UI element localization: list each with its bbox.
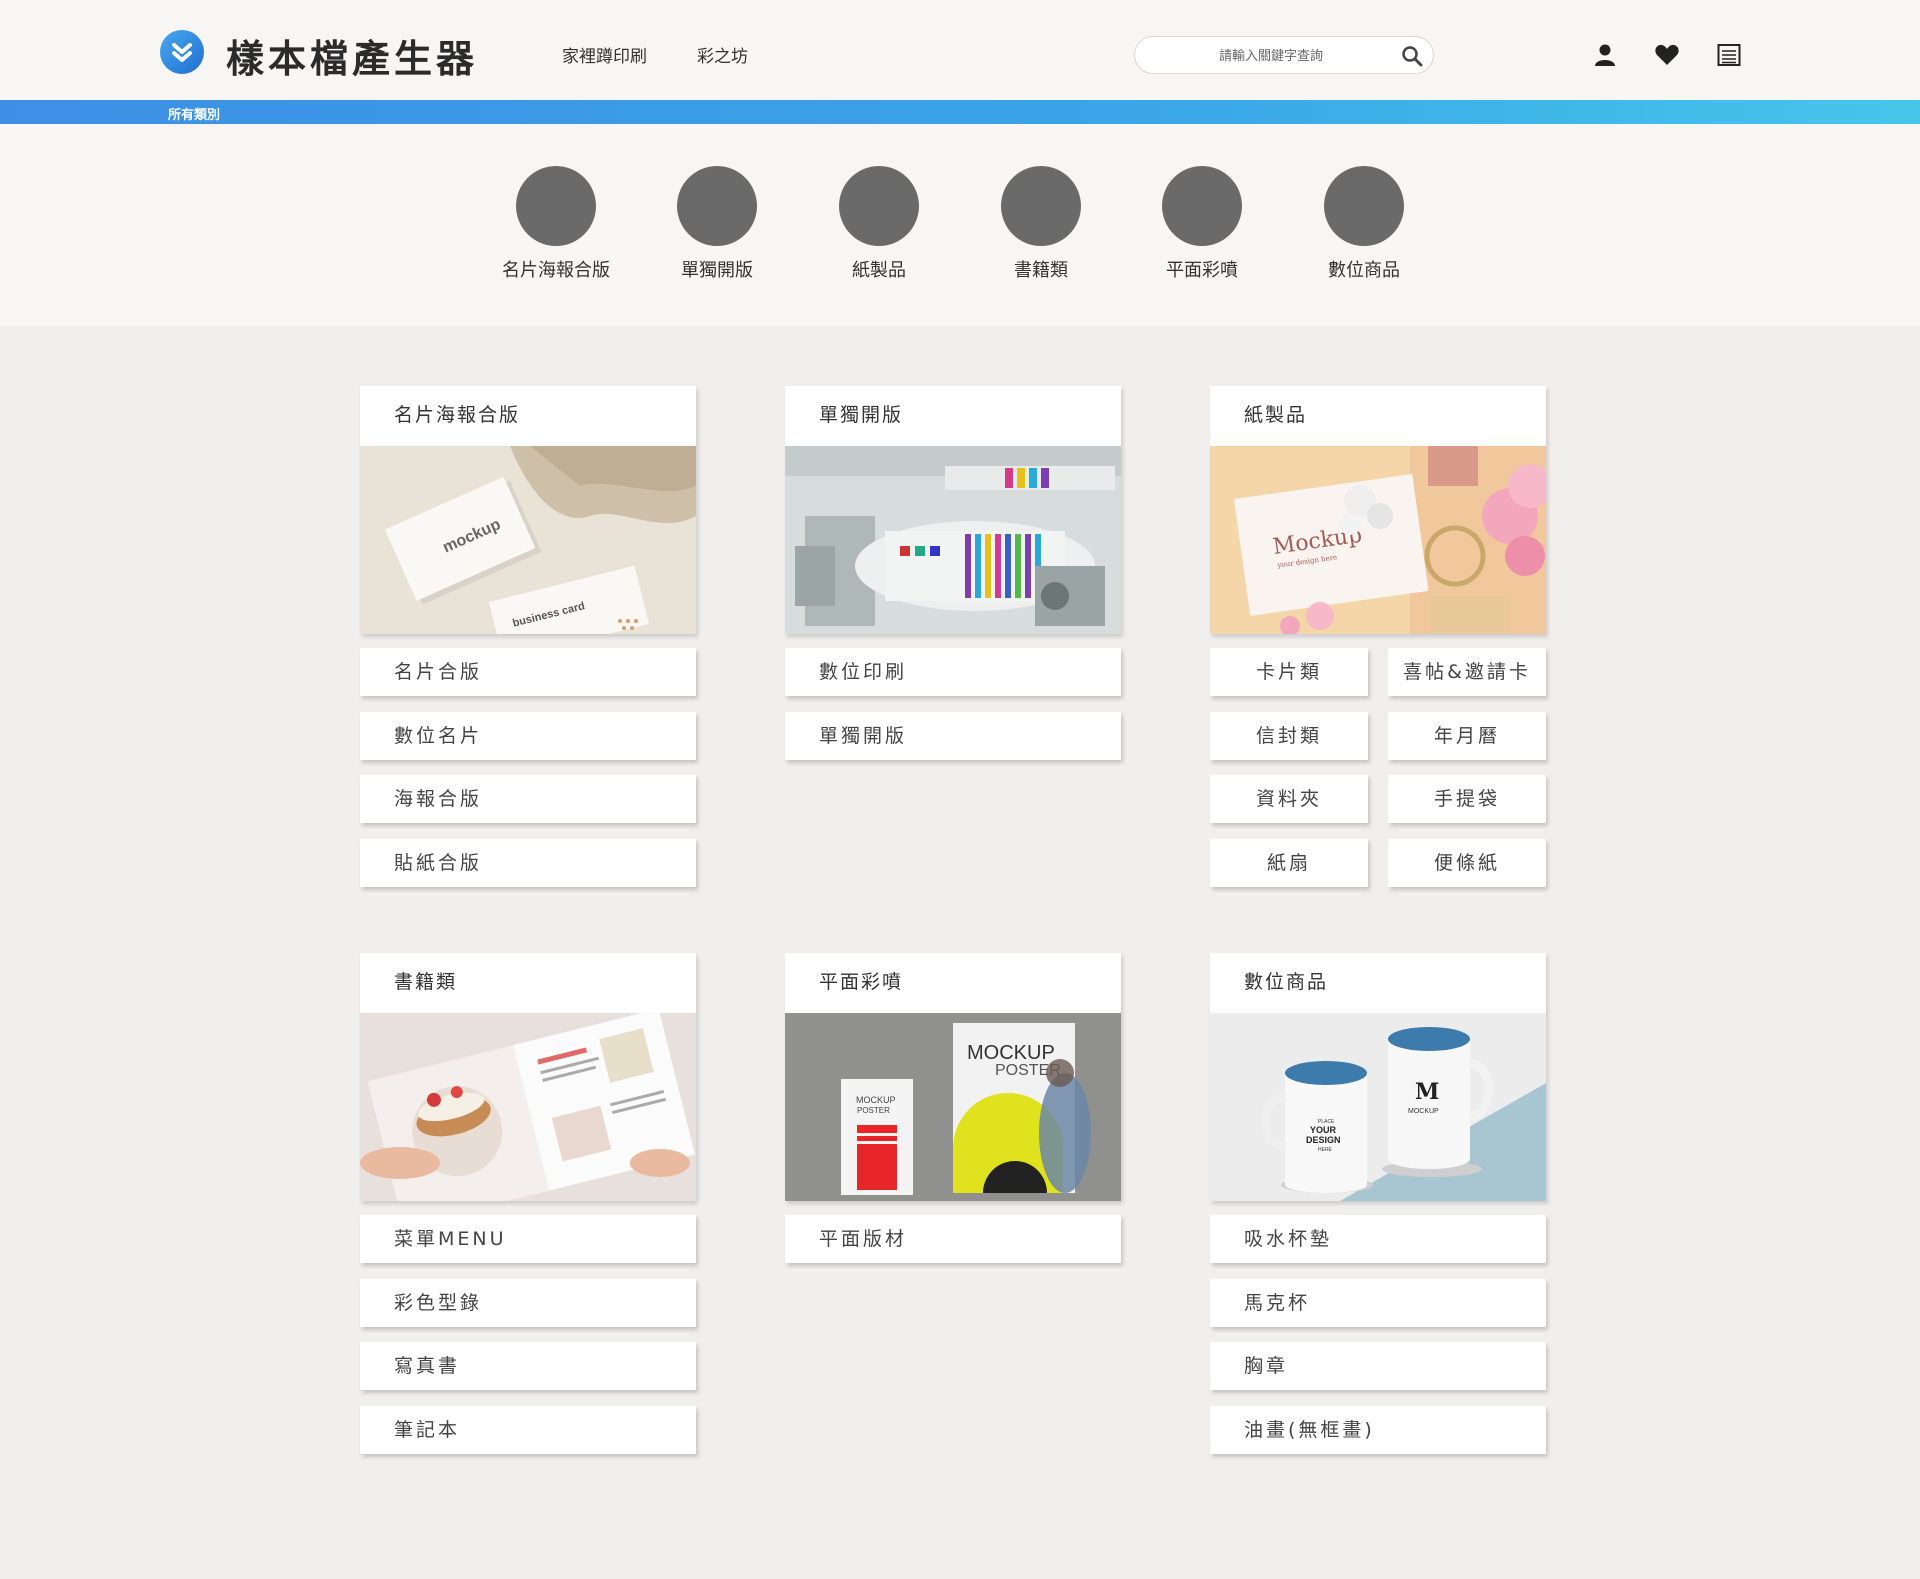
search-box [1134,36,1434,74]
card-title[interactable]: 紙製品 [1210,386,1546,446]
sub-item-button[interactable]: 數位名片 [360,712,696,760]
sub-item-button[interactable]: 年月曆 [1388,712,1546,760]
category-circle-strip: 名片海報合版 單獨開版 紙製品 書籍類 平面彩噴 數位商品 [0,124,1920,326]
mug-mockup-text: MOCKUP [1408,1108,1439,1115]
card-title[interactable]: 數位商品 [1210,953,1546,1013]
circle-category-books[interactable]: 書籍類 [971,166,1111,282]
category-circle-icon [516,166,596,246]
card-image-poster-mockup[interactable]: MOCKUP POSTER MOCKUP POSTER [785,1013,1121,1201]
mug-your-text: YOUR [1310,1125,1337,1135]
category-card-digital-goods: 數位商品 M MOCKUP PLACE YOUR DESIGN HERE 吸水杯… [1210,953,1546,1454]
heart-icon[interactable] [1654,42,1680,68]
sub-item-button[interactable]: 單獨開版 [785,712,1121,760]
category-circle-icon [677,166,757,246]
sub-item-button[interactable]: 油畫(無框畫) [1210,1406,1546,1454]
circle-category-digital-goods[interactable]: 數位商品 [1294,166,1434,282]
circle-category-label: 平面彩噴 [1166,260,1238,281]
sub-item-button[interactable]: 海報合版 [360,775,696,823]
nav-link-caizhifang[interactable]: 彩之坊 [697,42,748,67]
sub-item-button[interactable]: 手提袋 [1388,775,1546,823]
sub-item-button[interactable]: 卡片類 [1210,648,1368,696]
user-icon[interactable] [1592,42,1618,68]
category-circle-icon [1162,166,1242,246]
mug-design-text: DESIGN [1306,1135,1341,1145]
circle-category-label: 數位商品 [1328,260,1400,281]
card-title[interactable]: 名片海報合版 [360,386,696,446]
card-image-invitation-card[interactable]: Mockup your design here [1210,446,1546,634]
circle-category-label: 紙製品 [852,260,906,281]
sub-item-button[interactable]: 胸章 [1210,1342,1546,1390]
circle-category-single-print[interactable]: 單獨開版 [647,166,787,282]
sub-item-button[interactable]: 資料夾 [1210,775,1368,823]
sub-item-button[interactable]: 喜帖&邀請卡 [1388,648,1546,696]
circle-category-paper-products[interactable]: 紙製品 [809,166,949,282]
search-icon[interactable] [1401,45,1423,67]
nav-link-home-print[interactable]: 家裡蹲印刷 [562,42,647,67]
search-input[interactable] [1151,45,1391,67]
sub-item-button[interactable]: 馬克杯 [1210,1279,1546,1327]
sub-item-button[interactable]: 貼紙合版 [360,839,696,887]
sub-item-button[interactable]: 筆記本 [360,1406,696,1454]
small-poster-mockup-text: MOCKUP [856,1095,896,1105]
mug-logo-text: M [1415,1079,1439,1105]
logo-icon[interactable] [160,30,204,74]
list-icon[interactable] [1716,42,1742,68]
sub-item-button[interactable]: 名片合版 [360,648,696,696]
small-poster-word: POSTER [857,1106,890,1115]
site-title[interactable]: 樣本檔產生器 [226,28,478,83]
category-card-books: 書籍類 菜單MENU 彩色型錄 寫真書 筆記本 [360,953,696,1454]
sub-item-button[interactable]: 數位印刷 [785,648,1121,696]
sub-item-button[interactable]: 平面版材 [785,1215,1121,1263]
category-bar: 所有類別 [0,100,1920,124]
card-image-mugs[interactable]: M MOCKUP PLACE YOUR DESIGN HERE [1210,1013,1546,1201]
sub-item-button[interactable]: 菜單MENU [360,1215,696,1263]
category-card-business-card-poster: 名片海報合版 mockup business card 名片合版 數位名片 海報… [360,386,696,887]
sub-item-button[interactable]: 信封類 [1210,712,1368,760]
category-card-paper-products: 紙製品 Mockup your design here 卡片類 喜帖&邀請卡 信… [1210,386,1546,887]
circle-category-label: 書籍類 [1014,260,1068,281]
circle-category-label: 單獨開版 [681,260,753,281]
sub-item-button[interactable]: 寫真書 [360,1342,696,1390]
sub-item-button[interactable]: 便條紙 [1388,839,1546,887]
card-image-business-cards[interactable]: mockup business card [360,446,696,634]
circle-category-business-card-poster[interactable]: 名片海報合版 [486,166,626,282]
category-circle-icon [1001,166,1081,246]
card-title[interactable]: 平面彩噴 [785,953,1121,1013]
card-title[interactable]: 書籍類 [360,953,696,1013]
mug-here-text: HERE [1318,1147,1333,1153]
category-circle-icon [839,166,919,246]
card-image-brochure[interactable] [360,1013,696,1201]
card-title[interactable]: 單獨開版 [785,386,1121,446]
card-image-printing-press[interactable] [785,446,1121,634]
category-card-single-print: 單獨開版 數位印刷 單獨開版 [785,386,1121,760]
sub-item-button[interactable]: 紙扇 [1210,839,1368,887]
category-card-flat-inkjet: 平面彩噴 MOCKUP POSTER MOCKUP POSTER 平面版材 [785,953,1121,1263]
circle-category-label: 名片海報合版 [502,260,610,281]
sub-item-button[interactable]: 彩色型錄 [360,1279,696,1327]
large-poster-mockup-text: MOCKUP [967,1042,1055,1064]
sub-item-button[interactable]: 吸水杯墊 [1210,1215,1546,1263]
circle-category-flat-inkjet[interactable]: 平面彩噴 [1132,166,1272,282]
site-header: 樣本檔產生器 家裡蹲印刷 彩之坊 [0,0,1920,100]
all-categories-link[interactable]: 所有類別 [168,104,220,123]
category-circle-icon [1324,166,1404,246]
